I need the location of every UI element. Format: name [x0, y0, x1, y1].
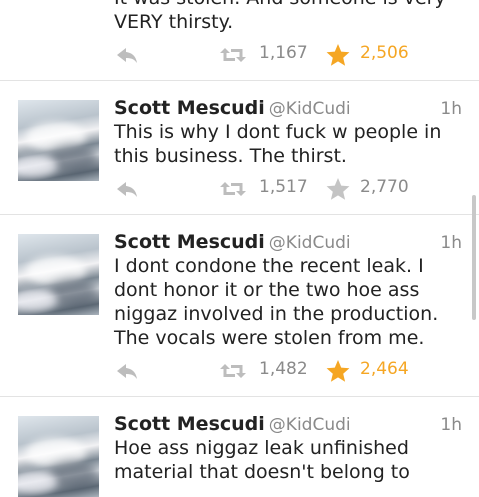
star-icon[interactable]: [325, 42, 351, 68]
reply-icon[interactable]: [114, 176, 140, 202]
tweet-actions: 1,167 2,506: [0, 42, 479, 68]
author-name: Scott Mescudi: [114, 231, 265, 253]
tweet-author[interactable]: Scott Mescudi @KidCudi: [114, 97, 351, 119]
retweet-count: 1,482: [259, 359, 308, 379]
tweet-item[interactable]: Scott Mescudi @KidCudi 1h Hoe ass niggaz …: [0, 397, 479, 497]
favorite-count: 2,506: [360, 43, 409, 63]
tweet-text: Hoe ass niggaz leak unfinished material …: [114, 437, 410, 483]
retweet-count: 1,517: [259, 177, 308, 197]
author-handle: @KidCudi: [268, 233, 351, 253]
tweet-author[interactable]: Scott Mescudi @KidCudi: [114, 231, 351, 253]
author-name: Scott Mescudi: [114, 97, 265, 119]
author-handle: @KidCudi: [268, 99, 351, 119]
favorite-count: 2,464: [360, 359, 409, 379]
retweet-icon[interactable]: [219, 42, 247, 68]
tweet-time: 1h: [440, 233, 462, 253]
reply-icon[interactable]: [114, 42, 140, 68]
avatar[interactable]: [18, 234, 99, 315]
tweet-item[interactable]: It was stolen. And someone is very VERY …: [0, 0, 479, 80]
reply-icon[interactable]: [114, 358, 140, 384]
favorite-count: 2,770: [360, 177, 409, 197]
star-icon[interactable]: [325, 176, 351, 202]
tweet-author[interactable]: Scott Mescudi @KidCudi: [114, 413, 351, 435]
tweet-item[interactable]: Scott Mescudi @KidCudi 1h I dont condone …: [0, 215, 479, 396]
tweet-item[interactable]: Scott Mescudi @KidCudi 1h This is why I d…: [0, 81, 479, 214]
author-name: Scott Mescudi: [114, 413, 265, 435]
tweet-time: 1h: [440, 415, 462, 435]
retweet-icon[interactable]: [219, 176, 247, 202]
tweet-text: It was stolen. And someone is very VERY …: [114, 0, 446, 33]
tweet-actions: 1,517 2,770: [0, 176, 479, 202]
avatar[interactable]: [18, 416, 99, 497]
retweet-icon[interactable]: [219, 358, 247, 384]
tweet-time: 1h: [440, 99, 462, 119]
author-handle: @KidCudi: [268, 415, 351, 435]
scrollbar[interactable]: [472, 195, 476, 320]
tweet-text: I dont condone the recent leak. I dont h…: [114, 255, 439, 349]
avatar[interactable]: [18, 100, 99, 181]
tweet-actions: 1,482 2,464: [0, 358, 479, 384]
retweet-count: 1,167: [259, 43, 308, 63]
tweet-text: This is why I dont fuck w people in this…: [114, 121, 442, 167]
star-icon[interactable]: [325, 358, 351, 384]
